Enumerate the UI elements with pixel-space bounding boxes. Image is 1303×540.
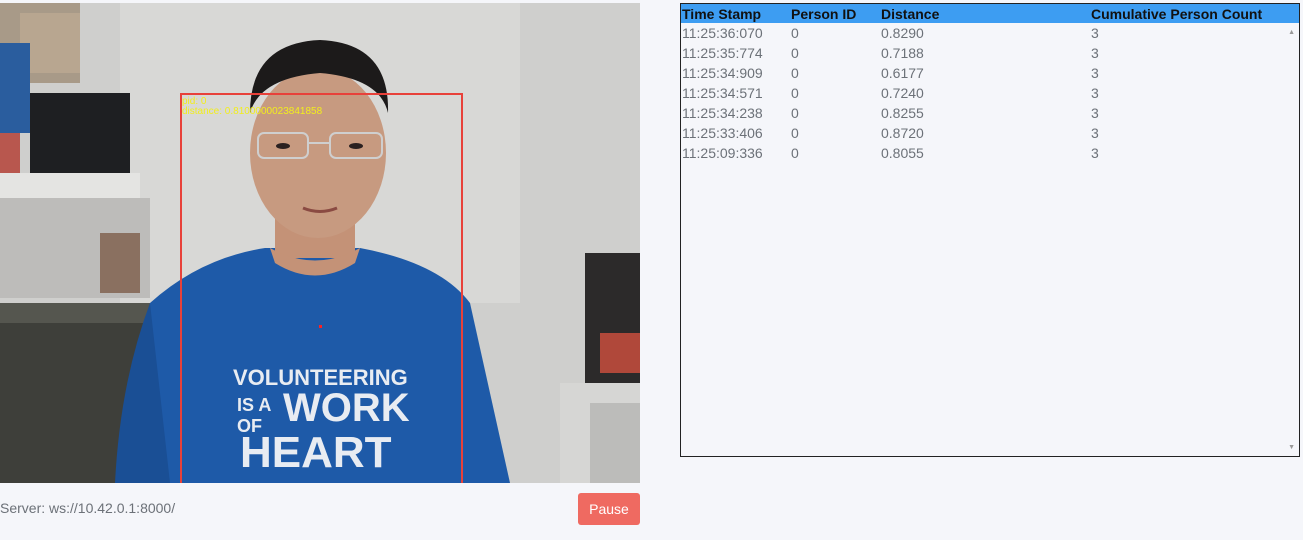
column-header-person-id: Person ID [791,6,857,22]
cell-time-stamp: 11:25:35:774 [682,45,763,61]
cell-time-stamp: 11:25:34:238 [682,105,763,121]
cell-person-id: 0 [791,85,799,101]
table-row: 11:25:34:238 0 0.8255 3 [681,103,1299,123]
cell-person-id: 0 [791,25,799,41]
table-row: 11:25:34:571 0 0.7240 3 [681,83,1299,103]
table-row: 11:25:36:070 0 0.8290 3 [681,23,1299,43]
cell-time-stamp: 11:25:09:336 [682,145,763,161]
table-header: Time Stamp Person ID Distance Cumulative… [681,4,1299,23]
table-row: 11:25:09:336 0 0.8055 3 [681,143,1299,163]
cell-person-id: 0 [791,65,799,81]
cell-distance: 0.8290 [881,25,924,41]
table-row: 11:25:33:406 0 0.8720 3 [681,123,1299,143]
detection-center-point [319,325,322,328]
scroll-down-arrow-icon[interactable]: ▼ [1288,444,1295,451]
cell-cumulative-count: 3 [1091,85,1099,101]
cell-time-stamp: 11:25:34:909 [682,65,763,81]
cell-person-id: 0 [791,45,799,61]
cell-distance: 0.7188 [881,45,924,61]
cell-cumulative-count: 3 [1091,45,1099,61]
pause-button[interactable]: Pause [578,493,640,525]
server-address: Server: ws://10.42.0.1:8000/ [0,500,176,516]
cell-distance: 0.6177 [881,65,924,81]
cell-cumulative-count: 3 [1091,125,1099,141]
scroll-up-arrow-icon[interactable]: ▲ [1288,29,1295,36]
cell-person-id: 0 [791,145,799,161]
cell-cumulative-count: 3 [1091,65,1099,81]
table-row: 11:25:34:909 0 0.6177 3 [681,63,1299,83]
cell-person-id: 0 [791,105,799,121]
cell-cumulative-count: 3 [1091,105,1099,121]
detection-table: Time Stamp Person ID Distance Cumulative… [680,3,1300,457]
detection-box [180,93,463,483]
detection-distance-label: distance: 0.8100000023841858 [182,106,323,117]
cell-distance: 0.7240 [881,85,924,101]
table-row: 11:25:35:774 0 0.7188 3 [681,43,1299,63]
cell-cumulative-count: 3 [1091,145,1099,161]
cell-distance: 0.8055 [881,145,924,161]
column-header-cumulative-count: Cumulative Person Count [1091,6,1263,22]
cell-time-stamp: 11:25:34:571 [682,85,763,101]
cell-cumulative-count: 3 [1091,25,1099,41]
table-scrollbar[interactable]: ▲ ▼ [1285,23,1299,456]
cell-time-stamp: 11:25:33:406 [682,125,763,141]
column-header-distance: Distance [881,6,940,22]
table-body: 11:25:36:070 0 0.8290 3 11:25:35:774 0 0.7188 3… [681,23,1299,163]
cell-time-stamp: 11:25:36:070 [682,25,763,41]
cell-person-id: 0 [791,125,799,141]
cell-distance: 0.8255 [881,105,924,121]
column-header-time-stamp: Time Stamp [682,6,762,22]
cell-distance: 0.8720 [881,125,924,141]
video-feed: VOLUNTEERING IS A WORK OF HEART pid: 0 d… [0,3,640,483]
